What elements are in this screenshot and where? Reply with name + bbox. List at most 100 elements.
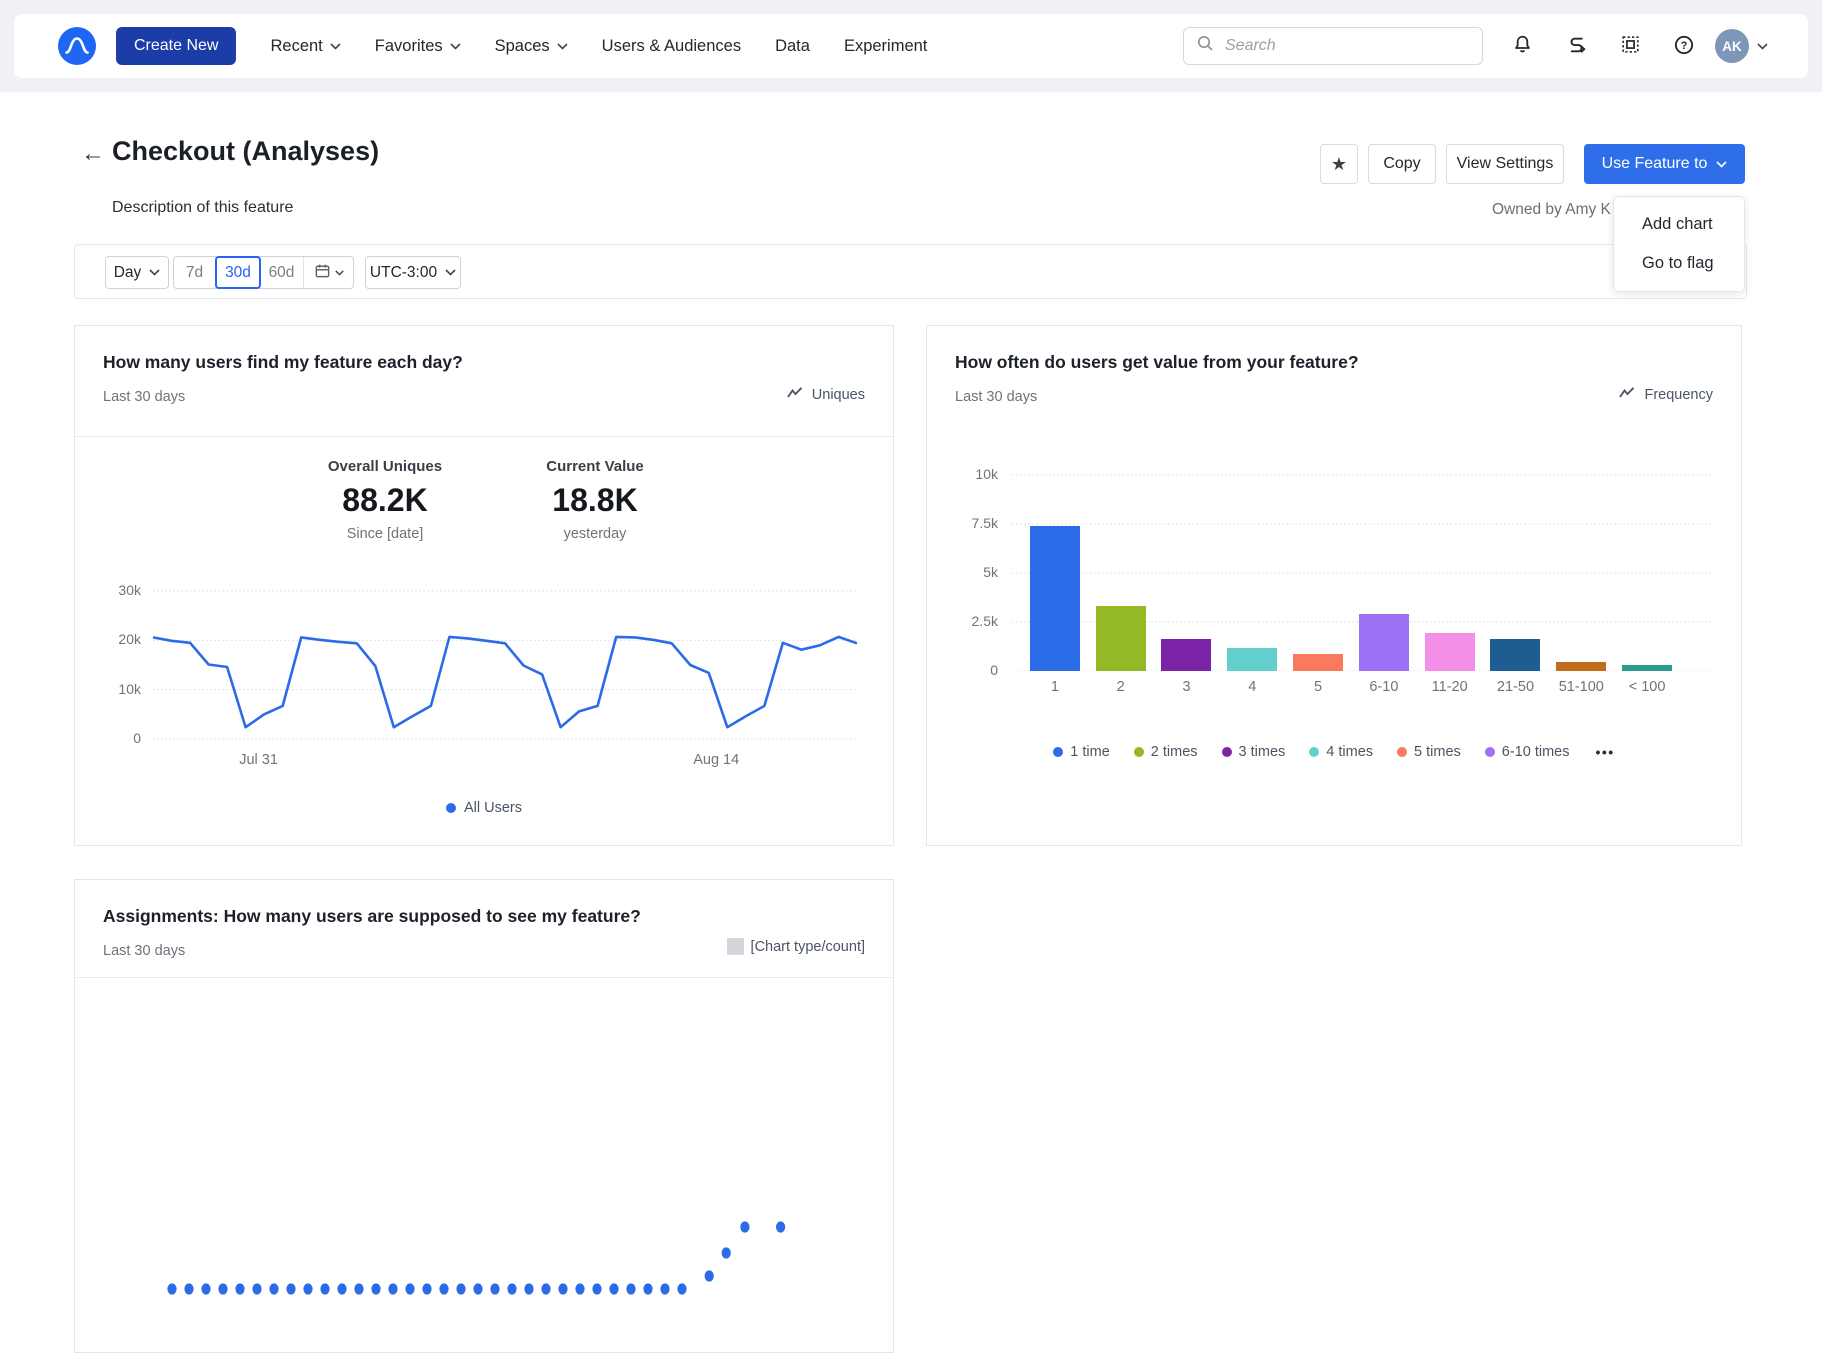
legend-dot — [1397, 747, 1407, 757]
bar-cell — [1614, 465, 1680, 671]
chevron-down-icon — [450, 43, 461, 50]
use-feature-to-button[interactable]: Use Feature to — [1584, 144, 1745, 184]
notifications-bell-button[interactable] — [1507, 31, 1537, 61]
legend-item[interactable]: 6-10 times — [1485, 744, 1570, 760]
stat-label: Current Value — [475, 458, 715, 475]
view-settings-button[interactable]: View Settings — [1446, 144, 1564, 184]
legend-label: 5 times — [1414, 744, 1461, 760]
bar-1[interactable] — [1030, 526, 1080, 671]
legend-item[interactable]: 4 times — [1309, 744, 1373, 760]
timezone-select[interactable]: UTC-3:00 — [365, 256, 461, 289]
x-axis-category: 6-10 — [1351, 679, 1417, 695]
line-chart-legend[interactable]: All Users — [75, 800, 893, 816]
nav-item-recent[interactable]: Recent — [270, 37, 340, 56]
legend-item[interactable]: 2 times — [1134, 744, 1198, 760]
bar-cell — [1219, 465, 1285, 671]
range-30d-button[interactable]: 30d — [215, 256, 261, 289]
help-button[interactable]: ? — [1669, 31, 1699, 61]
stat-label: Overall Uniques — [265, 458, 505, 475]
overall-uniques-stat: Overall Uniques 88.2K Since [date] — [265, 458, 505, 542]
legend-label: 1 time — [1070, 744, 1110, 760]
range-7d-button[interactable]: 7d — [174, 257, 216, 288]
range-60d-button[interactable]: 60d — [260, 257, 304, 288]
chart-mode-label: Uniques — [812, 387, 865, 403]
amplitude-logo[interactable] — [58, 27, 96, 65]
calendar-icon — [314, 262, 331, 284]
scatter-chart-plot[interactable] — [76, 978, 894, 1353]
legend-dot — [1053, 747, 1063, 757]
copy-button[interactable]: Copy — [1368, 144, 1436, 184]
use-feature-dropdown-menu: Add chart Go to flag — [1613, 196, 1745, 292]
legend-dot — [446, 803, 456, 813]
y-axis-tick: 20k — [95, 631, 141, 647]
bar-4[interactable] — [1227, 648, 1277, 672]
journeys-button[interactable] — [1561, 31, 1591, 61]
y-axis-tick: 0 — [95, 730, 141, 746]
avatar[interactable]: AK — [1715, 29, 1749, 63]
feature-description: Description of this feature — [112, 199, 293, 217]
bar-5[interactable] — [1293, 654, 1343, 671]
legend-item[interactable]: 5 times — [1397, 744, 1461, 760]
legend-label: [Chart type/count] — [751, 939, 865, 955]
y-axis-tick: 10k — [950, 466, 998, 482]
x-axis-category: 5 — [1285, 679, 1351, 695]
search-box[interactable] — [1183, 27, 1483, 65]
date-range-segmented-control: 7d 30d 60d — [173, 256, 354, 289]
nav-item-spaces[interactable]: Spaces — [495, 37, 568, 56]
legend-item[interactable]: 3 times — [1222, 744, 1286, 760]
date-controls-toolbar: Day 7d 30d 60d UTC-3:00 — [74, 244, 1747, 299]
y-axis-tick: 30k — [95, 582, 141, 598]
search-input[interactable] — [1223, 36, 1470, 56]
nav-item-data[interactable]: Data — [775, 37, 810, 56]
chevron-down-icon — [445, 269, 456, 276]
legend-item[interactable]: 1 time — [1053, 744, 1110, 760]
line-chart-plot[interactable]: 30k20k10k0 Jul 31Aug 14 — [153, 584, 857, 784]
chevron-down-icon — [557, 43, 568, 50]
chevron-down-icon — [330, 43, 341, 50]
line-chart-svg — [153, 584, 857, 744]
bar-51-100[interactable] — [1556, 662, 1606, 671]
nav-item-experiment[interactable]: Experiment — [844, 37, 927, 56]
y-axis-tick: 5k — [950, 564, 998, 580]
favorite-star-button[interactable]: ★ — [1320, 144, 1358, 184]
bar-< 100[interactable] — [1622, 665, 1672, 671]
granularity-select[interactable]: Day — [105, 256, 169, 289]
legend-dot — [1134, 747, 1144, 757]
chevron-down-icon — [1716, 161, 1727, 168]
menu-item-go-to-flag[interactable]: Go to flag — [1614, 244, 1744, 283]
custom-date-range-button[interactable] — [304, 257, 353, 288]
chart-mode-frequency[interactable]: Frequency — [1619, 386, 1713, 403]
bar-21-50[interactable] — [1490, 639, 1540, 671]
bar-6-10[interactable] — [1359, 614, 1409, 671]
bar-cell — [1417, 465, 1483, 671]
account-chevron-down-icon[interactable] — [1757, 43, 1768, 50]
select-region-button[interactable] — [1615, 31, 1645, 61]
x-axis-category: 51-100 — [1548, 679, 1614, 695]
y-axis-tick: 0 — [950, 662, 998, 678]
chevron-down-icon — [335, 270, 344, 276]
x-axis-category: 11-20 — [1417, 679, 1483, 695]
menu-item-add-chart[interactable]: Add chart — [1614, 205, 1744, 244]
back-button[interactable]: ← — [80, 140, 106, 168]
nav-item-users-audiences[interactable]: Users & Audiences — [602, 37, 741, 56]
bar-3[interactable] — [1161, 639, 1211, 671]
chart-mode-uniques[interactable]: Uniques — [787, 386, 865, 403]
card-title: How often do users get value from your f… — [955, 352, 1359, 373]
nav-item-label: Recent — [270, 37, 322, 56]
bar-chart-plot[interactable]: 10k7.5k5k2.5k0 123456-1011-2021-5051-100… — [1012, 465, 1712, 705]
card-subtitle: Last 30 days — [955, 389, 1037, 405]
app-root: Create New Recent Favorites Spaces Users… — [0, 0, 1822, 1366]
bar-11-20[interactable] — [1425, 633, 1475, 671]
legend-more-button[interactable]: ••• — [1595, 744, 1614, 760]
x-axis-categories: 123456-1011-2021-5051-100< 100 — [1022, 679, 1680, 695]
nav-item-favorites[interactable]: Favorites — [375, 37, 461, 56]
create-new-button[interactable]: Create New — [116, 27, 236, 65]
bar-2[interactable] — [1096, 606, 1146, 671]
legend-dot — [1222, 747, 1232, 757]
dashed-square-icon — [1620, 34, 1641, 58]
legend-label: 4 times — [1326, 744, 1373, 760]
legend-swatch — [727, 938, 744, 955]
bar-cell — [1285, 465, 1351, 671]
bar-cell — [1154, 465, 1220, 671]
y-axis-tick: 2.5k — [950, 613, 998, 629]
